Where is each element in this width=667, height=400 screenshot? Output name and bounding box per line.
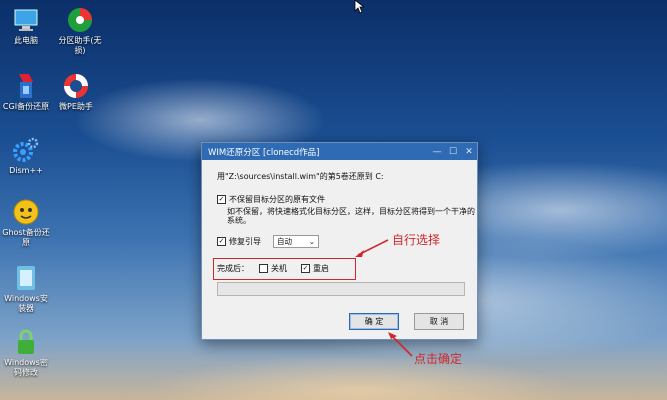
annotation-click-ok: 点击确定 [414,352,463,366]
annotation-arrows [355,239,413,357]
arrow-to-restart-icon [355,239,389,257]
annotation-auto-select: 自行选择 [392,233,441,247]
arrow-to-ok-icon [388,332,413,357]
